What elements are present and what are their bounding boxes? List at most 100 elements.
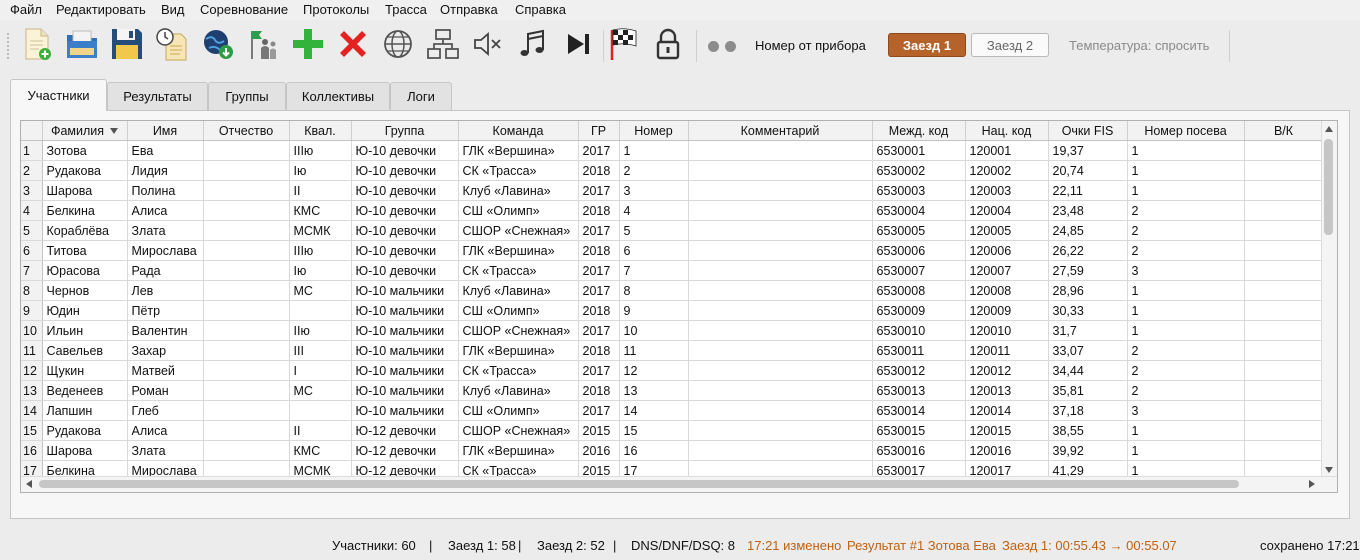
next-button[interactable] — [559, 23, 597, 65]
table-cell[interactable]: 2 — [1127, 380, 1245, 401]
table-cell[interactable] — [688, 200, 873, 221]
table-cell[interactable]: Полина — [127, 180, 204, 201]
table-row[interactable]: 15 Рудакова Алиса II Ю-12 девочки СШОР «Снежн… — [21, 420, 1324, 441]
table-cell[interactable]: Рада — [127, 260, 204, 281]
table-row[interactable]: 11 Савельев Захар III Ю-10 мальчики ГЛК «Верш… — [21, 340, 1324, 361]
table-cell[interactable]: СК «Трасса» — [458, 360, 579, 381]
table-cell[interactable]: 2 — [1127, 200, 1245, 221]
table-row[interactable]: 7 Юрасова Рада Iю Ю-10 девочки СК «Трасса» 201… — [21, 260, 1324, 281]
column-header-team[interactable]: Команда — [458, 121, 579, 141]
table-cell[interactable]: II — [289, 180, 352, 201]
table-cell[interactable]: СШ «Олимп» — [458, 200, 579, 221]
table-cell[interactable]: Матвей — [127, 360, 204, 381]
tab-groups[interactable]: Группы — [208, 82, 286, 110]
table-cell[interactable]: 11 — [619, 340, 689, 361]
table-cell[interactable]: 6530012 — [872, 360, 966, 381]
table-row[interactable]: 8 Чернов Лев МС Ю-10 мальчики Клуб «Лавина» 20… — [21, 280, 1324, 301]
table-cell[interactable]: 6530008 — [872, 280, 966, 301]
delete-button[interactable] — [334, 23, 372, 65]
table-cell[interactable]: 28,96 — [1048, 280, 1128, 301]
table-cell[interactable]: 22,11 — [1048, 180, 1128, 201]
table-cell[interactable] — [688, 260, 873, 281]
scroll-right-icon[interactable] — [1309, 480, 1315, 488]
table-cell[interactable]: 2017 — [578, 360, 620, 381]
table-cell[interactable]: Ю-10 девочки — [351, 140, 459, 161]
column-header-vk[interactable]: В/К — [1244, 121, 1324, 141]
table-cell[interactable] — [1244, 360, 1324, 381]
table-cell[interactable]: 120011 — [965, 340, 1049, 361]
table-cell[interactable]: 2017 — [578, 180, 620, 201]
table-cell[interactable] — [1244, 140, 1324, 161]
menu-file[interactable]: Файл — [10, 2, 42, 17]
table-cell[interactable]: 30,33 — [1048, 300, 1128, 321]
table-cell[interactable] — [203, 440, 290, 461]
table-cell[interactable] — [1244, 400, 1324, 421]
table-row[interactable]: 12 Щукин Матвей I Ю-10 мальчики СК «Трасса» 20… — [21, 360, 1324, 381]
table-cell[interactable]: 120014 — [965, 400, 1049, 421]
table-cell[interactable] — [1244, 380, 1324, 401]
table-cell[interactable] — [203, 300, 290, 321]
table-cell[interactable]: 37,18 — [1048, 400, 1128, 421]
table-row[interactable]: 5 Кораблёва Злата МСМК Ю-10 девочки СШОР «Сне… — [21, 220, 1324, 241]
table-cell[interactable] — [1244, 200, 1324, 221]
menu-protocols[interactable]: Протоколы — [303, 2, 369, 17]
new-document-button[interactable] — [18, 23, 56, 65]
table-cell[interactable]: 120016 — [965, 440, 1049, 461]
table-cell[interactable]: 6530001 — [872, 140, 966, 161]
music-button[interactable] — [514, 23, 552, 65]
table-cell[interactable]: II — [289, 420, 352, 441]
table-cell[interactable]: Ю-12 девочки — [351, 440, 459, 461]
table-cell[interactable] — [688, 140, 873, 161]
table-cell[interactable]: Ю-10 мальчики — [351, 320, 459, 341]
temperature-label[interactable]: Температура: спросить — [1069, 38, 1209, 53]
table-cell[interactable]: СШ «Олимп» — [458, 300, 579, 321]
tab-teams[interactable]: Коллективы — [286, 82, 390, 110]
table-cell[interactable] — [1244, 160, 1324, 181]
table-cell[interactable]: 10 — [619, 320, 689, 341]
table-cell[interactable] — [1244, 220, 1324, 241]
tab-results[interactable]: Результаты — [107, 82, 208, 110]
table-cell[interactable]: 23,48 — [1048, 200, 1128, 221]
table-cell[interactable]: 120010 — [965, 320, 1049, 341]
table-cell[interactable]: Ю-12 девочки — [351, 420, 459, 441]
table-cell[interactable] — [203, 280, 290, 301]
table-cell[interactable] — [688, 240, 873, 261]
table-row[interactable]: 16 Шарова Злата КМС Ю-12 девочки ГЛК «Вершина… — [21, 440, 1324, 461]
table-cell[interactable]: 19,37 — [1048, 140, 1128, 161]
table-cell[interactable]: Пётр — [127, 300, 204, 321]
table-cell[interactable] — [203, 140, 290, 161]
table-cell[interactable]: Рудакова — [42, 160, 128, 181]
column-header-qualification[interactable]: Квал. — [289, 121, 352, 141]
table-cell[interactable]: 20,74 — [1048, 160, 1128, 181]
table-cell[interactable] — [688, 380, 873, 401]
table-cell[interactable]: 3 — [1127, 400, 1245, 421]
table-cell[interactable]: IIю — [289, 320, 352, 341]
table-cell[interactable]: Злата — [127, 440, 204, 461]
column-header-birth-year[interactable]: ГР — [578, 121, 620, 141]
table-cell[interactable]: 13 — [619, 380, 689, 401]
column-header-patronymic[interactable]: Отчество — [203, 121, 290, 141]
table-row[interactable]: 13 Веденеев Роман МС Ю-10 мальчики Клуб «Лави… — [21, 380, 1324, 401]
table-cell[interactable] — [203, 240, 290, 261]
menu-competition[interactable]: Соревнование — [200, 2, 288, 17]
table-cell[interactable]: Ю-10 мальчики — [351, 380, 459, 401]
table-cell[interactable] — [289, 400, 352, 421]
table-cell[interactable]: Клуб «Лавина» — [458, 180, 579, 201]
horizontal-scrollbar[interactable] — [21, 476, 1337, 492]
heat-2-button[interactable]: Заезд 2 — [971, 33, 1049, 57]
table-cell[interactable]: 2 — [1127, 240, 1245, 261]
column-header-national-code[interactable]: Нац. код — [965, 121, 1049, 141]
table-cell[interactable]: 2017 — [578, 280, 620, 301]
menu-help[interactable]: Справка — [515, 2, 566, 17]
table-cell[interactable]: 1 — [619, 140, 689, 161]
table-cell[interactable]: Чернов — [42, 280, 128, 301]
table-cell[interactable]: СШОР «Снежная» — [458, 320, 579, 341]
table-cell[interactable]: Ю-10 девочки — [351, 180, 459, 201]
table-cell[interactable] — [688, 400, 873, 421]
table-cell[interactable]: 6530003 — [872, 180, 966, 201]
table-cell[interactable]: ГЛК «Вершина» — [458, 440, 579, 461]
table-cell[interactable]: 3 — [619, 180, 689, 201]
table-cell[interactable]: 2017 — [578, 260, 620, 281]
table-cell[interactable]: 120012 — [965, 360, 1049, 381]
table-cell[interactable]: Ю-10 девочки — [351, 240, 459, 261]
